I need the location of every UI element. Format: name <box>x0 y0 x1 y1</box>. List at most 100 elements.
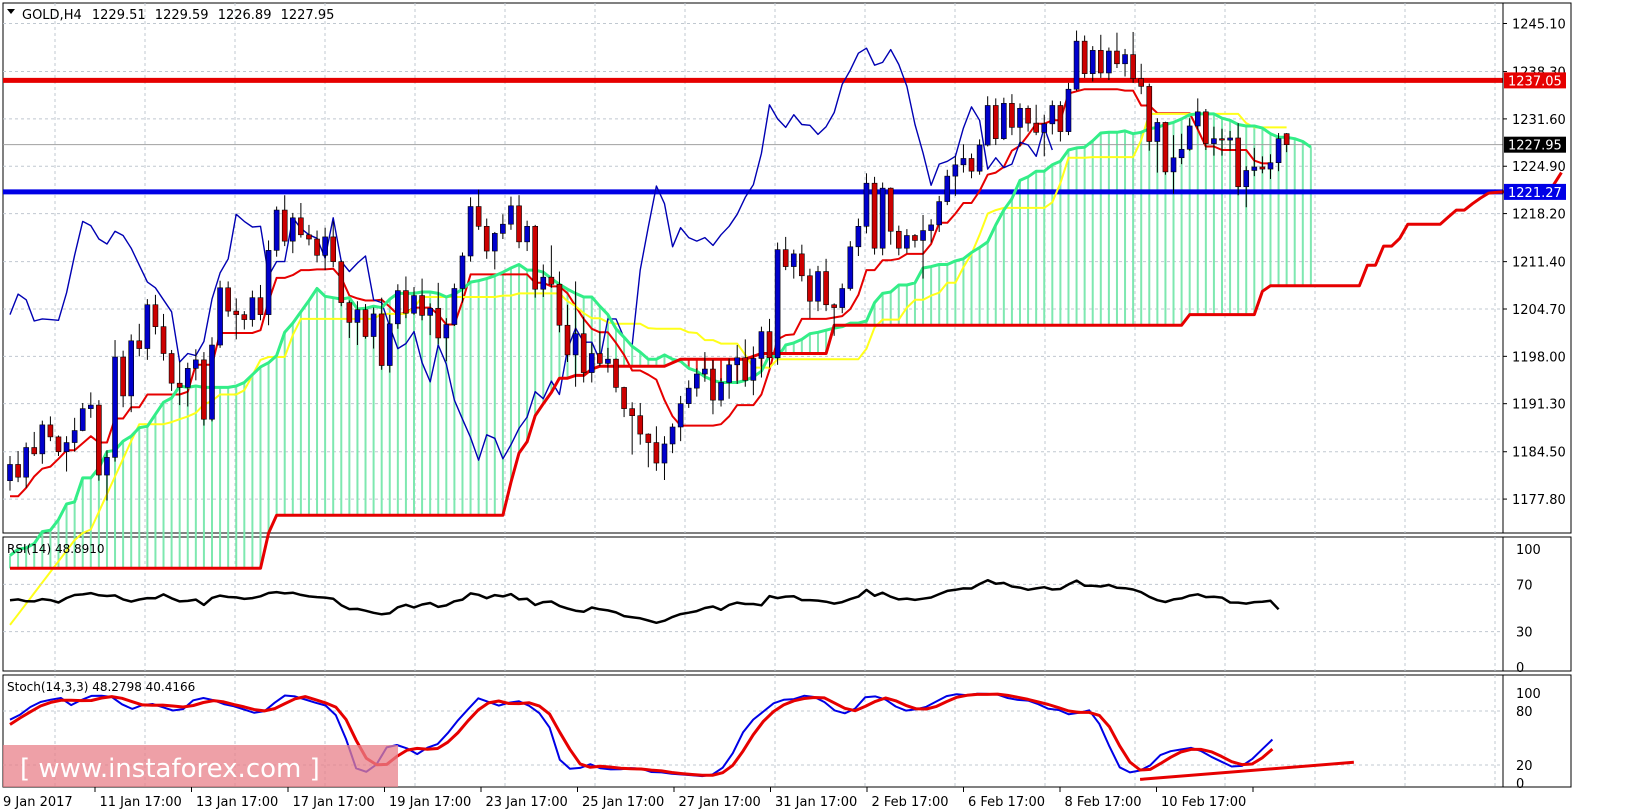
candle-body <box>605 358 611 364</box>
candle-body <box>508 205 514 225</box>
candle-body <box>1122 54 1128 65</box>
candle-body <box>47 424 54 438</box>
candle-body <box>15 464 21 478</box>
x-tick-label: 9 Jan 2017 <box>3 795 73 810</box>
candle-body <box>419 295 425 316</box>
candle-body <box>112 356 118 458</box>
rsi-tick-label: 0 <box>1516 661 1524 676</box>
candle-body <box>451 288 458 325</box>
candle-body <box>871 182 878 249</box>
candle-body <box>669 426 676 445</box>
candle-body <box>1227 137 1233 141</box>
candle-body <box>136 340 143 349</box>
candle-body <box>1114 50 1120 65</box>
candle-body <box>847 246 854 289</box>
candle-body <box>782 249 789 267</box>
candle-body <box>879 187 886 249</box>
stoch-tick-label: 0 <box>1516 777 1524 792</box>
x-tick-label: 31 Jan 17:00 <box>775 795 857 810</box>
level-label: 1221.27 <box>1508 186 1562 201</box>
candle-body <box>677 403 684 428</box>
candle-body <box>790 253 797 267</box>
x-tick-label: 23 Jan 17:00 <box>486 795 568 810</box>
candle-body <box>289 217 296 242</box>
candle-body <box>1001 103 1007 139</box>
candle-body <box>710 368 716 401</box>
candle-body <box>1089 50 1096 74</box>
candle-body <box>225 287 231 312</box>
y-tick-label: 1177.80 <box>1512 493 1566 508</box>
candle-body <box>952 164 959 177</box>
y-tick-label: 1211.40 <box>1512 256 1566 271</box>
candle-body <box>281 209 288 242</box>
x-tick-label: 13 Jan 17:00 <box>196 795 278 810</box>
candle-body <box>362 309 369 337</box>
candle-body <box>597 353 603 364</box>
candle-body <box>1267 162 1274 170</box>
x-tick-label: 19 Jan 17:00 <box>389 795 471 810</box>
candle-body <box>1025 107 1031 124</box>
candle-body <box>233 310 240 315</box>
candle-body <box>1098 50 1104 74</box>
candle-body <box>1211 138 1217 144</box>
header-close: 1227.95 <box>281 8 335 23</box>
candle-body <box>1073 40 1080 90</box>
stoch-tick-label: 20 <box>1516 759 1533 774</box>
candle-body <box>718 382 724 401</box>
candle-body <box>613 358 619 388</box>
candle-body <box>330 236 337 262</box>
candle-body <box>807 275 813 302</box>
candle-body <box>395 290 401 325</box>
candle-body <box>823 271 829 306</box>
y-tick-label: 1224.90 <box>1512 160 1566 175</box>
candle-body <box>532 226 539 290</box>
candle-body <box>1065 88 1072 132</box>
x-tick-label: 11 Jan 17:00 <box>100 795 182 810</box>
candle-body <box>580 333 587 373</box>
x-tick-label: 2 Feb 17:00 <box>872 795 949 810</box>
watermark: [ www.instaforex.com ] <box>3 745 398 787</box>
candle-body <box>168 353 175 384</box>
candle-body <box>427 307 433 316</box>
candle-body <box>637 415 644 435</box>
candle-body <box>960 158 967 166</box>
rsi-tick-label: 30 <box>1516 626 1533 641</box>
x-tick-label: 25 Jan 17:00 <box>582 795 664 810</box>
candle-body <box>1146 86 1153 142</box>
level-label: 1237.05 <box>1508 74 1562 89</box>
candle-body <box>378 313 385 366</box>
candle-body <box>572 333 579 356</box>
candle-body <box>734 357 741 366</box>
x-tick-label: 27 Jan 17:00 <box>679 795 761 810</box>
candle-body <box>314 238 320 256</box>
candle-body <box>7 464 13 482</box>
svg-text:GOLD,H4 1229.51 12: GOLD,H4 1229.51 1229.59 1226.89 1227.95 <box>22 8 334 23</box>
candle-body <box>1106 50 1112 74</box>
candle-body <box>265 250 272 315</box>
candle-body <box>160 326 167 354</box>
x-tick-label: 6 Feb 17:00 <box>968 795 1045 810</box>
candle-body <box>944 175 951 202</box>
chart: [ www.instaforex.com ] 1245.101238.30123… <box>2 2 1572 810</box>
candle-body <box>1009 103 1015 128</box>
candle-body <box>766 331 773 359</box>
candle-body <box>653 442 660 464</box>
candle-body <box>855 226 862 248</box>
candle-body <box>839 288 846 308</box>
candle-body <box>55 436 62 453</box>
candle-body <box>1057 105 1064 132</box>
y-tick-label: 1204.70 <box>1512 303 1566 318</box>
stoch-tick-label: 80 <box>1516 705 1533 720</box>
candle-body <box>1081 40 1088 74</box>
candle-body <box>992 105 999 139</box>
candle-body <box>128 340 134 397</box>
candle-body <box>217 287 223 346</box>
candle-body <box>306 234 312 240</box>
candle-body <box>435 307 442 339</box>
candle-body <box>588 353 595 373</box>
candle-body <box>475 206 482 227</box>
candle-body <box>1283 133 1290 145</box>
candle-body <box>152 304 159 327</box>
candle-body <box>912 235 918 241</box>
y-tick-label: 1231.60 <box>1512 113 1566 128</box>
